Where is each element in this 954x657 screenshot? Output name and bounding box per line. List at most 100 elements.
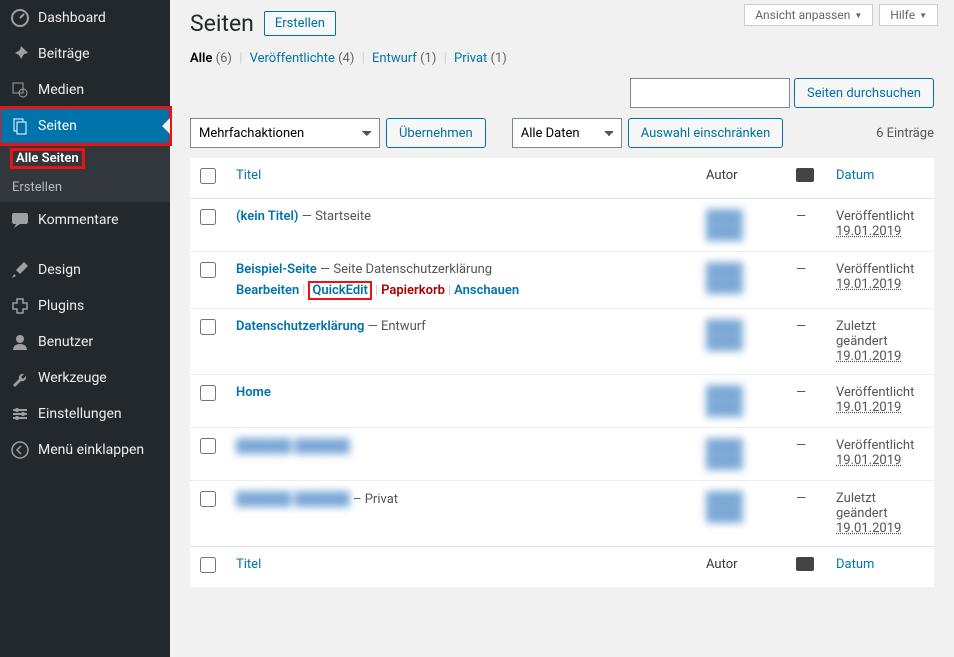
action-view[interactable]: Anschauen — [454, 283, 519, 298]
brush-icon — [10, 260, 30, 280]
sidebar-label: Design — [38, 262, 81, 278]
col-date-foot[interactable]: Datum — [826, 547, 934, 588]
col-title-foot[interactable]: Titel — [226, 547, 696, 588]
col-date[interactable]: Datum — [826, 158, 934, 199]
row-date: 19.01.2019 — [836, 277, 924, 292]
col-comments[interactable] — [786, 158, 826, 199]
row-checkbox[interactable] — [200, 385, 216, 401]
row-title-blur: ██████ ██████ — [236, 492, 350, 507]
sidebar-label: Werkzeuge — [38, 370, 107, 386]
sidebar-item-plugins[interactable]: Plugins — [0, 288, 170, 324]
bulk-actions-select[interactable]: Mehrfachaktionen — [190, 118, 380, 148]
sidebar-item-posts[interactable]: Beiträge — [0, 36, 170, 72]
row-title-blur: ██████ ██████ — [236, 439, 350, 454]
row-author: ████ ████ — [706, 210, 743, 241]
filter-published[interactable]: Veröffentlichte — [250, 51, 335, 66]
row-status: Zuletzt geändert — [836, 319, 924, 349]
pin-icon — [10, 44, 30, 64]
row-checkbox[interactable] — [200, 438, 216, 454]
comment-icon — [796, 168, 814, 182]
row-title-link[interactable]: Beispiel-Seite — [236, 262, 317, 277]
col-title[interactable]: Titel — [226, 158, 696, 199]
screen-options-button[interactable]: Ansicht anpassen▼ — [744, 4, 873, 26]
row-title-link[interactable]: (kein Titel) — [236, 209, 298, 224]
row-comments: — — [796, 209, 806, 224]
row-date: 19.01.2019 — [836, 400, 924, 415]
date-filter-select[interactable]: Alle Daten — [512, 118, 622, 148]
sidebar-item-dashboard[interactable]: Dashboard — [0, 0, 170, 36]
user-icon — [10, 332, 30, 352]
row-title-link[interactable]: Home — [236, 385, 271, 400]
sidebar-label: Medien — [38, 82, 84, 98]
table-row: Home████ ████—Veröffentlicht19.01.2019 — [190, 375, 934, 428]
col-author: Autor — [696, 158, 786, 199]
sidebar-item-collapse[interactable]: Menü einklappen — [0, 432, 170, 468]
sidebar-label: Menü einklappen — [38, 442, 144, 458]
table-row: (kein Titel) — Startseite ████ ████ — Veröf… — [190, 199, 934, 252]
row-state: – Privat — [350, 492, 398, 507]
col-comments-foot[interactable] — [786, 547, 826, 588]
row-checkbox[interactable] — [200, 262, 216, 278]
items-count: 6 Einträge — [876, 126, 934, 141]
row-comments: — — [796, 491, 806, 506]
sidebar-subitem-add-new[interactable]: Erstellen — [0, 173, 170, 202]
row-comments: — — [796, 385, 806, 400]
sidebar-item-appearance[interactable]: Design — [0, 252, 170, 288]
plugin-icon — [10, 296, 30, 316]
select-all-checkbox[interactable] — [200, 168, 216, 184]
comment-icon — [796, 557, 814, 571]
col-author-foot: Autor — [696, 547, 786, 588]
filter-button[interactable]: Auswahl einschränken — [628, 118, 784, 148]
help-button[interactable]: Hilfe▼ — [879, 4, 938, 26]
row-title-link[interactable]: Datenschutzerklärung — [236, 319, 364, 334]
row-state: — Startseite — [298, 209, 371, 224]
row-author: ████ ████ — [706, 263, 743, 294]
comment-icon — [10, 210, 30, 230]
row-comments: — — [796, 438, 806, 453]
sidebar-subitem-all-pages[interactable]: Alle Seiten — [0, 144, 170, 173]
row-status: Zuletzt geändert — [836, 491, 924, 521]
sidebar-label: Dashboard — [38, 10, 106, 26]
row-author: ████ ████ — [706, 386, 743, 417]
row-checkbox[interactable] — [200, 319, 216, 335]
chevron-down-icon: ▼ — [919, 11, 927, 20]
sidebar-item-pages[interactable]: Seiten — [0, 108, 170, 144]
pages-table: Titel Autor Datum (kein Titel) — Startse… — [190, 158, 934, 587]
sidebar-item-comments[interactable]: Kommentare — [0, 202, 170, 238]
row-status: Veröffentlicht — [836, 209, 924, 224]
filter-all[interactable]: Alle — [190, 51, 212, 66]
main-content: Ansicht anpassen▼ Hilfe▼ Seiten Erstelle… — [170, 0, 954, 657]
filter-private[interactable]: Privat — [454, 51, 487, 66]
dashboard-icon — [10, 8, 30, 28]
search-button[interactable]: Seiten durchsuchen — [794, 78, 934, 108]
action-trash[interactable]: Papierkorb — [381, 283, 445, 298]
row-author: ████ ████ — [706, 439, 743, 470]
action-quickedit[interactable]: QuickEdit — [312, 283, 368, 298]
sidebar-item-settings[interactable]: Einstellungen — [0, 396, 170, 432]
status-filters: Alle (6) | Veröffentlichte (4) | Entwurf… — [190, 51, 934, 66]
row-date: 19.01.2019 — [836, 453, 924, 468]
action-edit[interactable]: Bearbeiten — [236, 283, 299, 298]
media-icon — [10, 80, 30, 100]
add-new-button[interactable]: Erstellen — [264, 11, 336, 36]
row-date: 19.01.2019 — [836, 521, 924, 536]
sidebar-item-users[interactable]: Benutzer — [0, 324, 170, 360]
row-checkbox[interactable] — [200, 209, 216, 225]
table-row: Beispiel-Seite — Seite Datenschutzerklär… — [190, 252, 934, 309]
sidebar-submenu: Alle Seiten Erstellen — [0, 144, 170, 202]
chevron-down-icon: ▼ — [854, 11, 862, 20]
sidebar-label: Plugins — [38, 298, 84, 314]
row-status: Veröffentlicht — [836, 438, 924, 453]
select-all-checkbox-foot[interactable] — [200, 557, 216, 573]
row-checkbox[interactable] — [200, 491, 216, 507]
filter-draft[interactable]: Entwurf — [372, 51, 417, 66]
sidebar-item-tools[interactable]: Werkzeuge — [0, 360, 170, 396]
search-input[interactable] — [630, 78, 790, 108]
row-date: 19.01.2019 — [836, 349, 924, 364]
sidebar-label: Beiträge — [38, 46, 90, 62]
bulk-apply-button[interactable]: Übernehmen — [386, 118, 486, 148]
sidebar-item-media[interactable]: Medien — [0, 72, 170, 108]
row-author: ████ ████ — [706, 320, 743, 351]
row-comments: — — [796, 262, 806, 277]
table-row: Datenschutzerklärung — Entwurf████ ████—… — [190, 309, 934, 375]
